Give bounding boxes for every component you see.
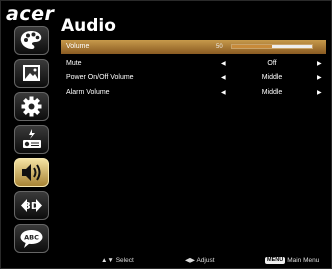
abc-language-icon: ABC <box>20 230 43 248</box>
left-right-arrows-icon: ◀▶ <box>185 257 197 264</box>
arrow-right-icon[interactable]: ▶ <box>317 89 322 97</box>
main-menu-label: Main Menu <box>287 257 320 264</box>
sidebar-item-image[interactable] <box>14 59 49 88</box>
volume-label: Volume <box>66 43 90 50</box>
volume-slider-fill <box>232 45 272 48</box>
image-icon <box>23 65 40 81</box>
svg-text:3D: 3D <box>24 201 39 212</box>
volume-value: 50 <box>216 44 223 50</box>
adjust-label: Adjust <box>196 257 215 264</box>
speaker-icon <box>22 164 41 181</box>
menu-row-alarm-volume[interactable]: Alarm Volume ◀ Middle ▶ <box>61 86 326 100</box>
arrow-left-icon[interactable]: ◀ <box>221 89 226 97</box>
mute-label: Mute <box>66 60 82 67</box>
acer-logo: acer <box>6 3 55 25</box>
arrow-left-icon[interactable]: ◀ <box>221 60 226 68</box>
menu-row-mute[interactable]: Mute ◀ Off ▶ <box>61 57 326 71</box>
3d-icon: 3D <box>21 199 42 212</box>
projector-power-icon <box>23 129 41 148</box>
power-volume-label: Power On/Off Volume <box>66 74 134 81</box>
sidebar-item-3d[interactable]: 3D <box>14 191 49 220</box>
select-hint: ▲▼ Select <box>101 257 134 265</box>
sidebar-item-management[interactable] <box>14 125 49 154</box>
sidebar-item-language[interactable]: ABC <box>14 224 49 253</box>
volume-slider[interactable] <box>231 44 313 49</box>
arrow-left-icon[interactable]: ◀ <box>221 74 226 82</box>
menu-row-power-volume[interactable]: Power On/Off Volume ◀ Middle ▶ <box>61 71 326 85</box>
gear-icon <box>21 96 42 117</box>
svg-text:ABC: ABC <box>24 234 39 242</box>
palette-icon <box>20 31 42 49</box>
alarm-volume-label: Alarm Volume <box>66 89 110 96</box>
arrow-right-icon[interactable]: ▶ <box>317 60 322 68</box>
mute-value: Off <box>267 60 277 67</box>
up-down-arrows-icon: ▲▼ <box>101 257 116 264</box>
alarm-volume-value: Middle <box>261 89 283 96</box>
footer-hints: ▲▼ Select ◀▶ Adjust MENU Main Menu <box>1 255 332 267</box>
sidebar-item-settings[interactable] <box>14 92 49 121</box>
sidebar-item-audio[interactable] <box>14 158 49 187</box>
power-volume-value: Middle <box>261 74 283 81</box>
osd-window: acer Audio 3D ABC Volume 50 Mute ◀ Off ▶… <box>0 0 332 269</box>
main-menu-hint: MENU Main Menu <box>265 257 319 265</box>
adjust-hint: ◀▶ Adjust <box>185 257 215 265</box>
menu-key-icon: MENU <box>265 257 286 264</box>
arrow-right-icon[interactable]: ▶ <box>317 74 322 82</box>
menu-row-volume[interactable]: Volume 50 <box>61 40 326 54</box>
page-title: Audio <box>61 16 116 36</box>
select-label: Select <box>115 257 134 264</box>
sidebar-item-color[interactable] <box>14 26 49 55</box>
